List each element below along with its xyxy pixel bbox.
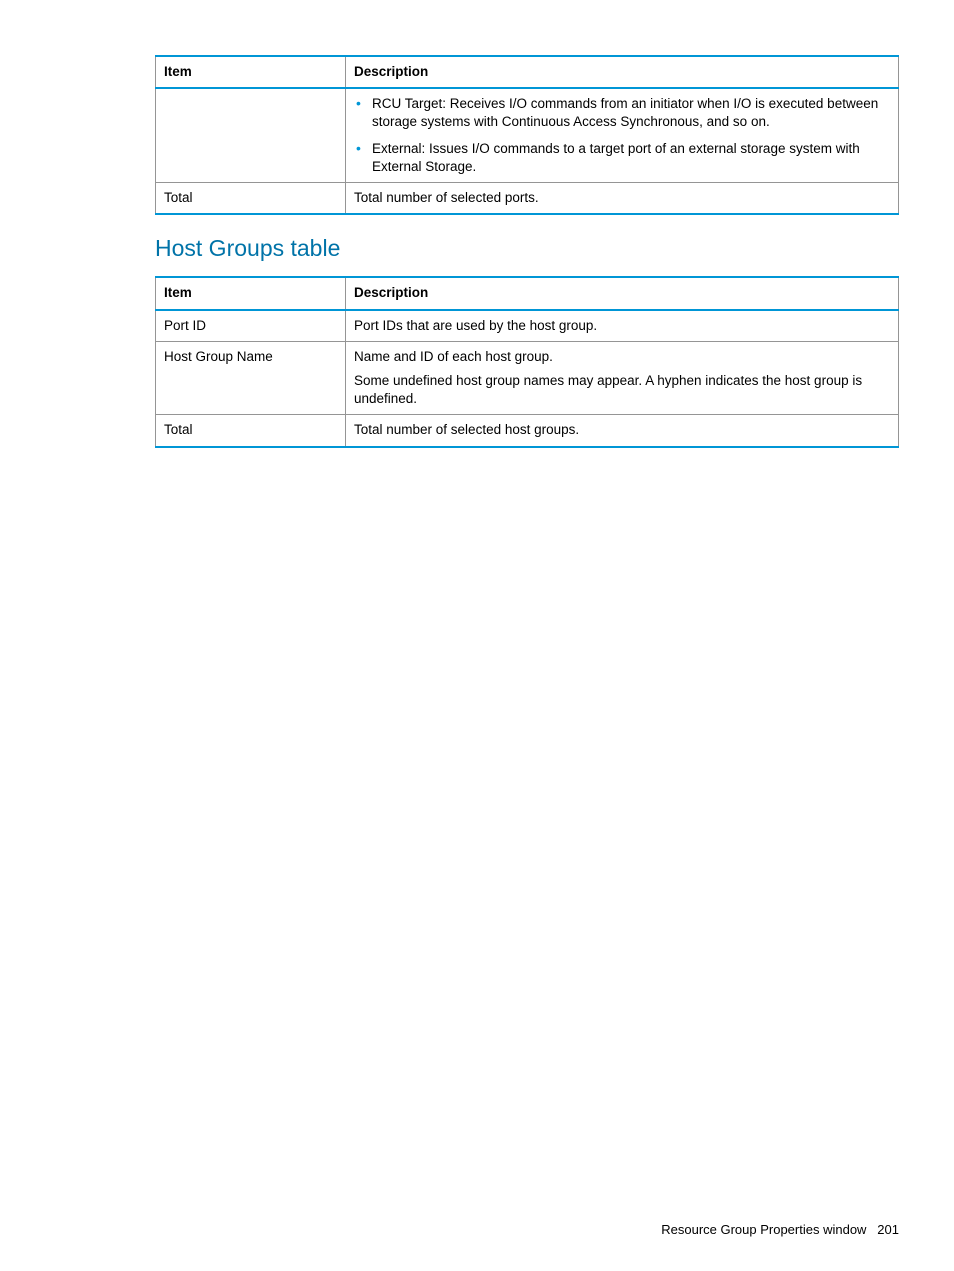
table-header-row: Item Description [156, 56, 899, 88]
page-content: Item Description RCU Target: Receives I/… [0, 0, 954, 448]
cell-description: RCU Target: Receives I/O commands from a… [346, 88, 899, 182]
cell-description: Total number of selected host groups. [346, 415, 899, 447]
col-header-description: Description [346, 277, 899, 309]
ports-table: Item Description RCU Target: Receives I/… [155, 55, 899, 215]
table-header-row: Item Description [156, 277, 899, 309]
cell-description: Total number of selected ports. [346, 183, 899, 215]
footer-text: Resource Group Properties window [661, 1222, 866, 1237]
cell-description: Name and ID of each host group. Some und… [346, 341, 899, 415]
table-row: Port ID Port IDs that are used by the ho… [156, 310, 899, 342]
table-row: Total Total number of selected host grou… [156, 415, 899, 447]
col-header-description: Description [346, 56, 899, 88]
page-number: 201 [877, 1222, 899, 1237]
table-row: Total Total number of selected ports. [156, 183, 899, 215]
cell-item: Total [156, 183, 346, 215]
cell-item: Port ID [156, 310, 346, 342]
desc-line: Name and ID of each host group. [354, 348, 890, 366]
table-row: RCU Target: Receives I/O commands from a… [156, 88, 899, 182]
desc-line: Some undefined host group names may appe… [354, 372, 890, 408]
col-header-item: Item [156, 56, 346, 88]
list-item: External: Issues I/O commands to a targe… [368, 140, 890, 176]
bullet-list: RCU Target: Receives I/O commands from a… [354, 95, 890, 176]
list-item: RCU Target: Receives I/O commands from a… [368, 95, 890, 131]
cell-description: Port IDs that are used by the host group… [346, 310, 899, 342]
cell-item: Host Group Name [156, 341, 346, 415]
page-footer: Resource Group Properties window 201 [661, 1222, 899, 1237]
section-heading: Host Groups table [155, 235, 899, 262]
cell-item [156, 88, 346, 182]
cell-item: Total [156, 415, 346, 447]
table-row: Host Group Name Name and ID of each host… [156, 341, 899, 415]
host-groups-table: Item Description Port ID Port IDs that a… [155, 276, 899, 447]
col-header-item: Item [156, 277, 346, 309]
